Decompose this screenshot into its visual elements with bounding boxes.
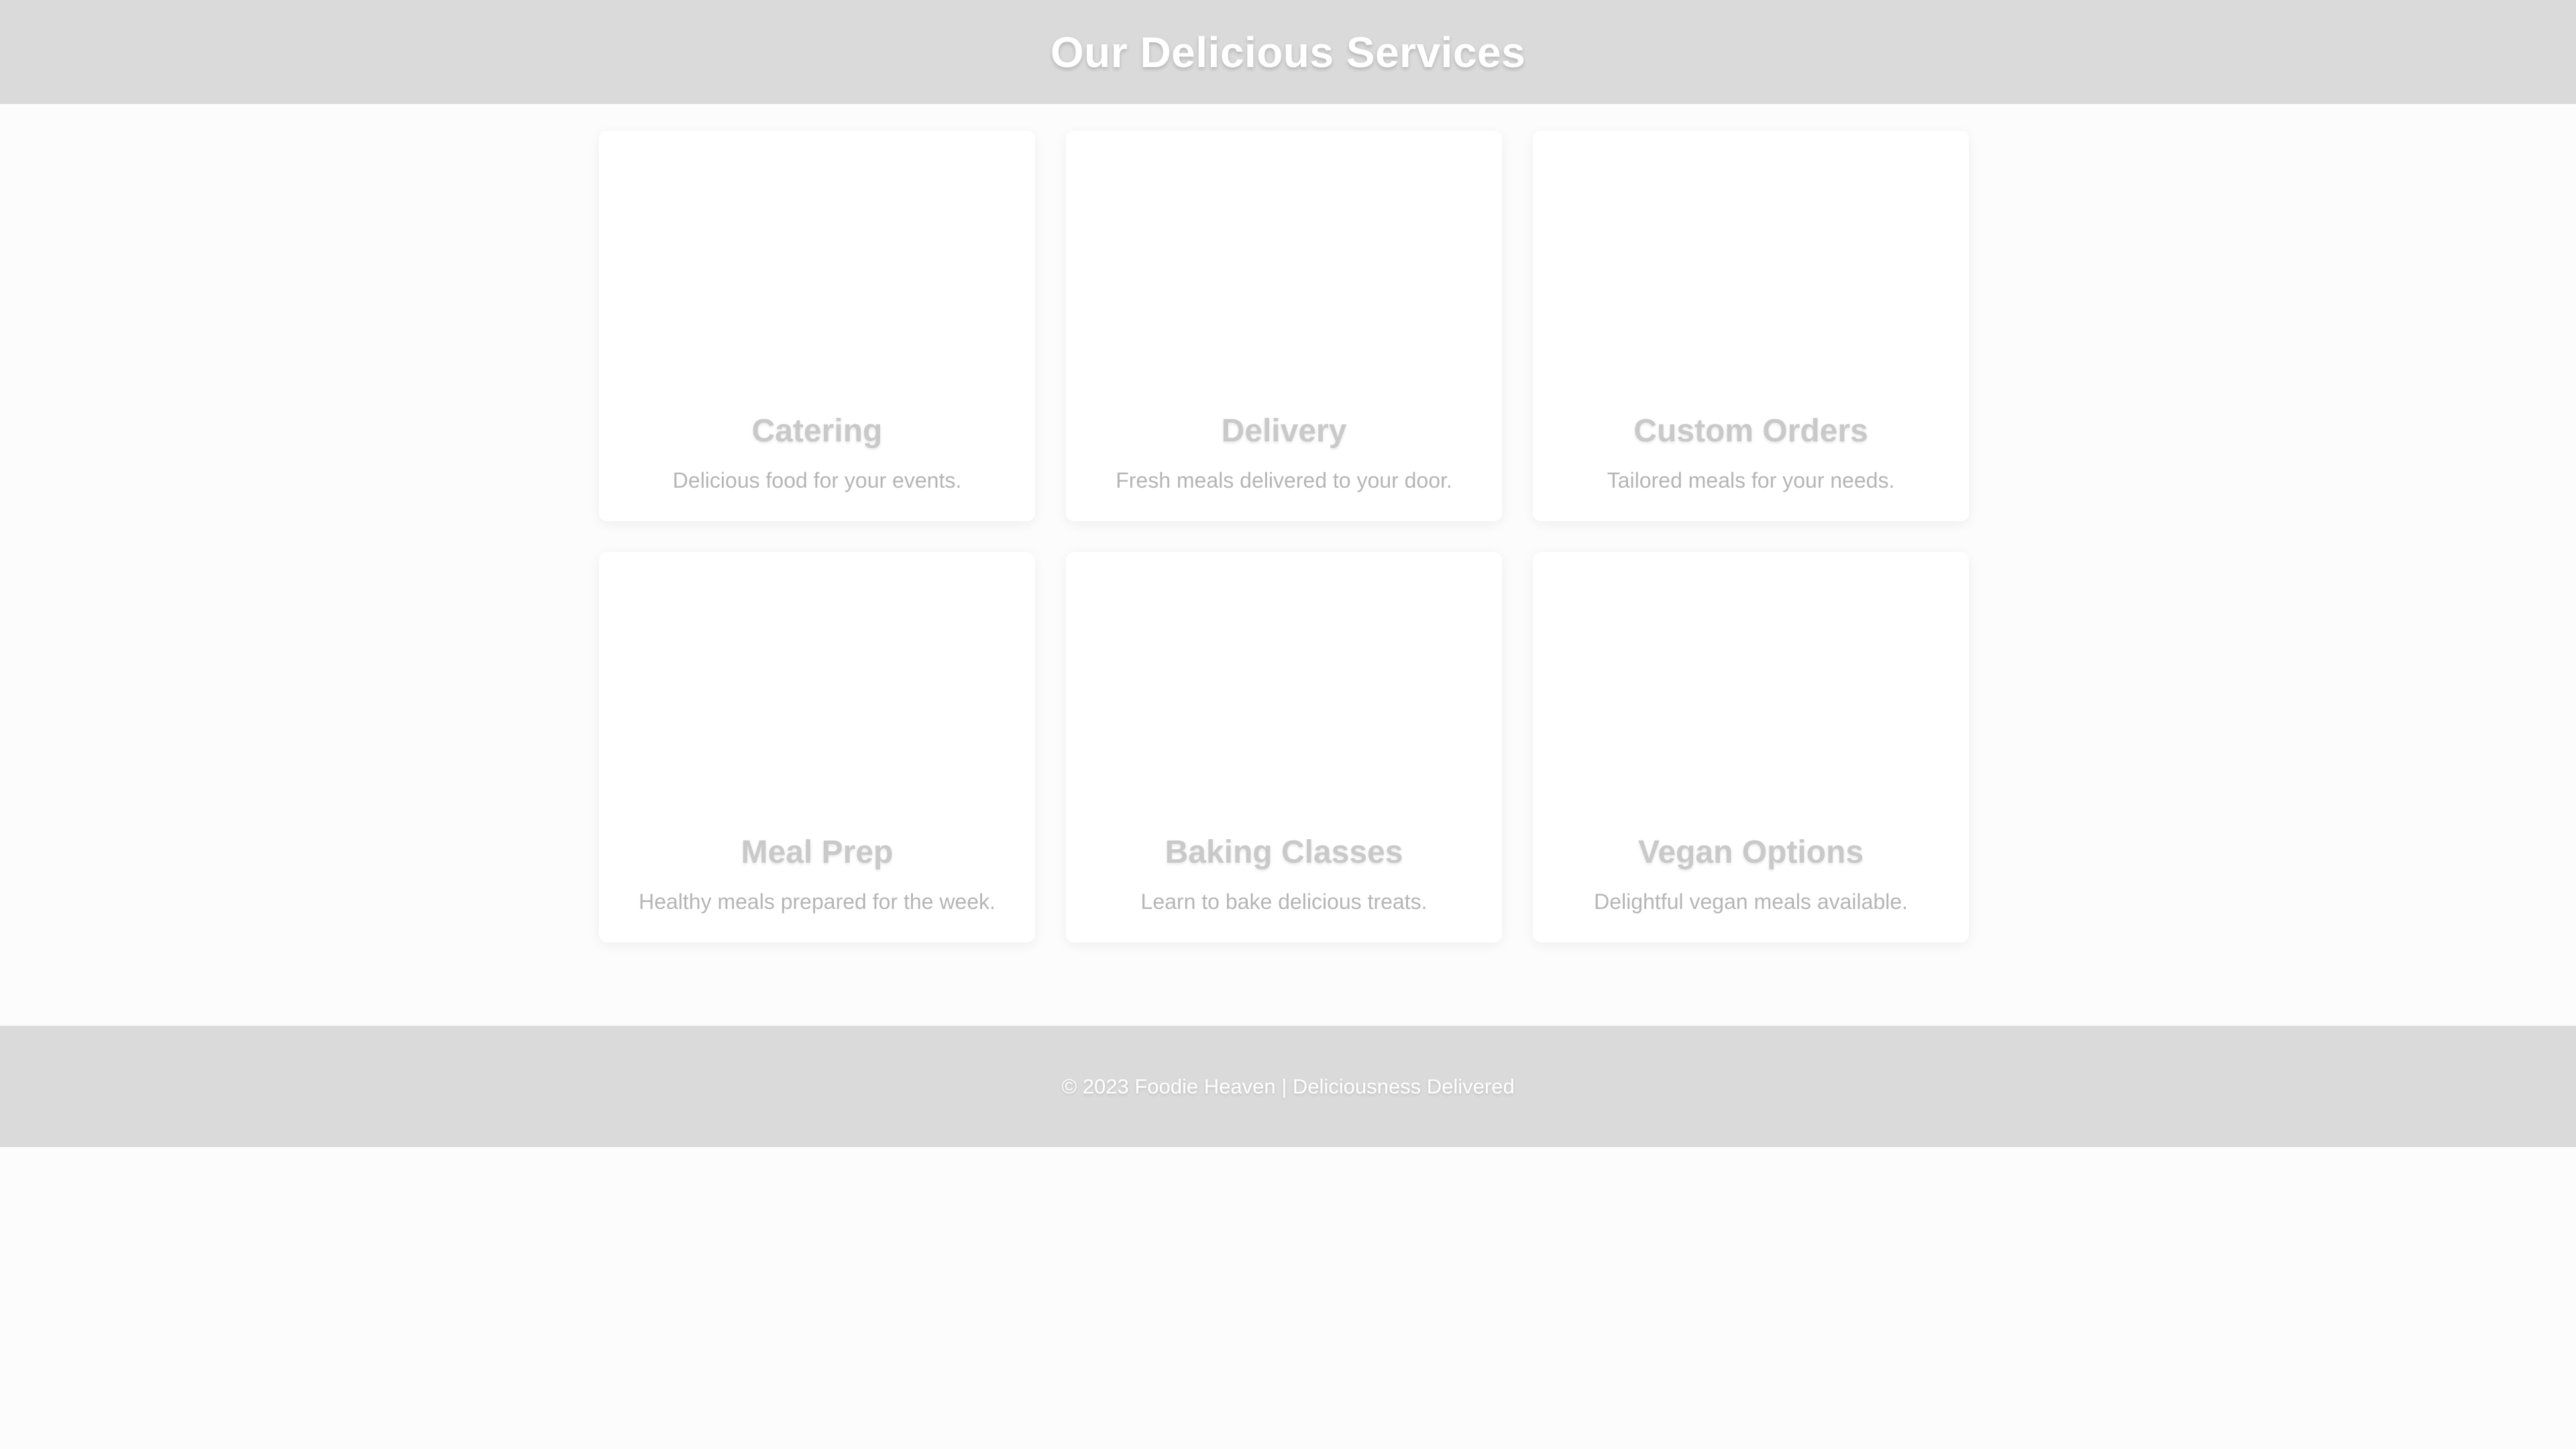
service-image <box>599 552 1035 834</box>
page-bottom-area <box>0 1147 2576 1449</box>
service-description: Delicious food for your events. <box>672 468 962 492</box>
service-title: Vegan Options <box>1638 835 1864 870</box>
service-card-baking-classes: Baking Classes Learn to bake delicious t… <box>1066 552 1502 943</box>
services-grid: Catering Delicious food for your events.… <box>599 131 1974 943</box>
service-card-vegan-options: Vegan Options Delightful vegan meals ava… <box>1533 552 1969 943</box>
service-card-catering: Catering Delicious food for your events. <box>599 131 1035 521</box>
service-card-custom-orders: Custom Orders Tailored meals for your ne… <box>1533 131 1969 521</box>
service-description: Healthy meals prepared for the week. <box>639 890 996 914</box>
service-image <box>1066 131 1502 413</box>
service-title: Custom Orders <box>1633 413 1868 449</box>
services-section: Catering Delicious food for your events.… <box>0 104 2576 1026</box>
service-description: Tailored meals for your needs. <box>1607 468 1895 492</box>
service-title: Baking Classes <box>1165 835 1403 870</box>
page-header: Our Delicious Services <box>0 0 2576 104</box>
service-description: Fresh meals delivered to your door. <box>1116 468 1452 492</box>
service-image <box>1066 552 1502 834</box>
service-image <box>1533 131 1969 413</box>
page-footer: © 2023 Foodie Heaven | Deliciousness Del… <box>0 1026 2576 1147</box>
service-title: Meal Prep <box>741 835 894 870</box>
service-image <box>1533 552 1969 834</box>
service-title: Catering <box>751 413 883 449</box>
service-card-meal-prep: Meal Prep Healthy meals prepared for the… <box>599 552 1035 943</box>
service-card-delivery: Delivery Fresh meals delivered to your d… <box>1066 131 1502 521</box>
service-description: Delightful vegan meals available. <box>1594 890 1908 914</box>
page-title: Our Delicious Services <box>1050 28 1526 76</box>
service-description: Learn to bake delicious treats. <box>1140 890 1428 914</box>
service-image <box>599 131 1035 413</box>
footer-copyright: © 2023 Foodie Heaven | Deliciousness Del… <box>1061 1074 1515 1098</box>
service-title: Delivery <box>1221 413 1347 449</box>
